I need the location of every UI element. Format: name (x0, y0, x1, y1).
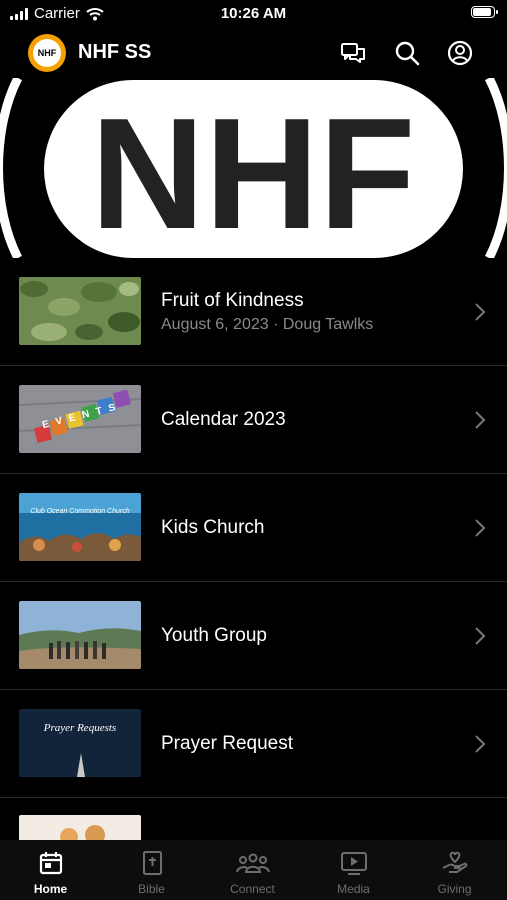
bible-icon (142, 851, 162, 875)
chevron-right-icon (475, 627, 486, 645)
profile-icon[interactable] (446, 39, 474, 67)
tab-label: Giving (437, 882, 472, 896)
status-time: 10:26 AM (220, 5, 287, 22)
thumbnail-events-blocks: EVENTS (19, 385, 141, 453)
nhf-banner-graphic: NHF (0, 78, 507, 258)
chevron-right-icon (475, 519, 486, 537)
thumbnail-leaves (19, 277, 141, 345)
thumbnail-text: Prayer Requests (43, 722, 116, 734)
tab-label: Bible (138, 882, 165, 896)
tab-home[interactable]: Home (0, 840, 101, 900)
banner-text: NHF (91, 86, 416, 258)
battery-icon (471, 6, 498, 18)
list-item-title: Fruit of Kindness (161, 289, 304, 311)
tab-bible[interactable]: Bible (101, 840, 202, 900)
list-item-title: Youth Group (161, 624, 267, 646)
list-item-title: Prayer Request (161, 732, 294, 754)
app-bar: NHF NHF SS (0, 32, 507, 74)
people-icon (235, 853, 270, 873)
list-item-title: Calendar 2023 (161, 408, 286, 430)
app-logo-text: NHF (33, 39, 61, 67)
calendar-icon (39, 852, 62, 875)
thumbnail-prayer: Prayer Requests (19, 709, 141, 777)
thumbnail-ocean: Club Ocean Commotion Church (19, 493, 141, 561)
giving-hand-icon (442, 851, 467, 873)
content-list: Fruit of Kindness August 6, 2023 · Doug … (0, 258, 507, 798)
chevron-right-icon (475, 411, 486, 429)
chat-icon[interactable] (339, 39, 367, 67)
search-icon[interactable] (393, 39, 421, 67)
list-item-youth-group[interactable]: Youth Group (0, 582, 507, 690)
hero-banner[interactable]: NHF (0, 78, 507, 258)
list-item-title: Kids Church (161, 516, 265, 538)
list-item-prayer-request[interactable]: Prayer Requests Prayer Request (0, 690, 507, 798)
list-item-fruit-of-kindness[interactable]: Fruit of Kindness August 6, 2023 · Doug … (0, 258, 507, 366)
tab-label: Connect (230, 882, 275, 896)
tab-media[interactable]: Media (303, 840, 404, 900)
tab-bar: Home Bible Connect Media Giving (0, 840, 507, 900)
tab-label: Home (33, 882, 68, 896)
chevron-right-icon (475, 303, 486, 321)
tab-giving[interactable]: Giving (404, 840, 505, 900)
app-title: NHF SS (78, 41, 152, 63)
thumbnail-hikers (19, 601, 141, 669)
chevron-right-icon (475, 735, 486, 753)
play-icon (340, 852, 367, 875)
tab-label: Media (337, 882, 370, 896)
tab-connect[interactable]: Connect (202, 840, 303, 900)
list-item-calendar-2023[interactable]: EVENTS Calendar 2023 (0, 366, 507, 474)
status-bar: Carrier 10:26 AM (0, 0, 507, 28)
thumbnail-text: Club Ocean Commotion Church (30, 508, 129, 515)
list-item-subtitle: August 6, 2023 · Doug Tawlks (161, 315, 374, 333)
app-logo[interactable]: NHF (28, 34, 66, 72)
list-item-kids-church[interactable]: Club Ocean Commotion Church Kids Church (0, 474, 507, 582)
